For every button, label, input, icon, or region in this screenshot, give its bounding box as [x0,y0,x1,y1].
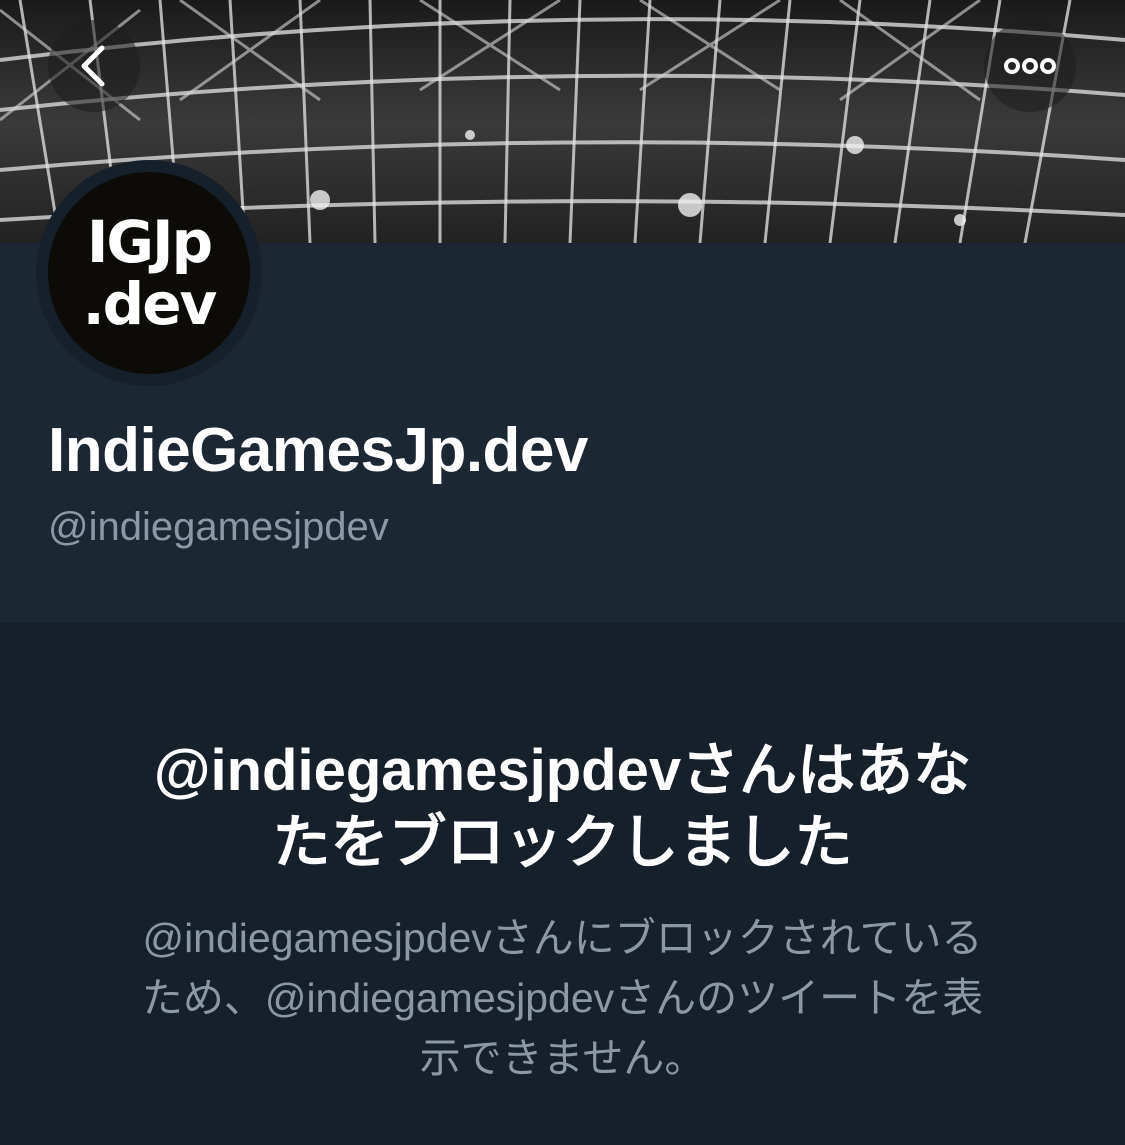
more-options-icon [1004,58,1056,74]
blocked-title-line1: @indiegamesjpdevさんはあな [153,738,972,803]
blocked-description-line3: 示できません。 [419,1035,706,1081]
blocked-description: @indiegamesjpdevさんにブロックされている ため、@indiega… [90,908,1035,1088]
blocked-title-line2: たをブロックしました [272,810,853,875]
back-button[interactable] [48,20,140,112]
avatar-logo: IGJp .dev [48,172,250,374]
more-options-button[interactable] [984,20,1076,112]
avatar-logo-line2: .dev [82,270,218,338]
profile-page: IGJp .dev IndieGamesJp.dev @indiegamesjp… [0,0,1125,1145]
avatar[interactable]: IGJp .dev [36,160,262,386]
user-handle: @indiegamesjpdev [48,505,389,549]
blocked-title: @indiegamesjpdevさんはあな たをブロックしました [60,735,1065,879]
blocked-description-line1: @indiegamesjpdevさんにブロックされている [142,915,983,961]
avatar-logo-line1: IGJp [86,208,213,276]
chevron-left-icon [81,45,105,87]
blocked-description-line2: ため、@indiegamesjpdevさんのツイートを表 [141,975,984,1021]
display-name: IndieGamesJp.dev [48,416,588,485]
